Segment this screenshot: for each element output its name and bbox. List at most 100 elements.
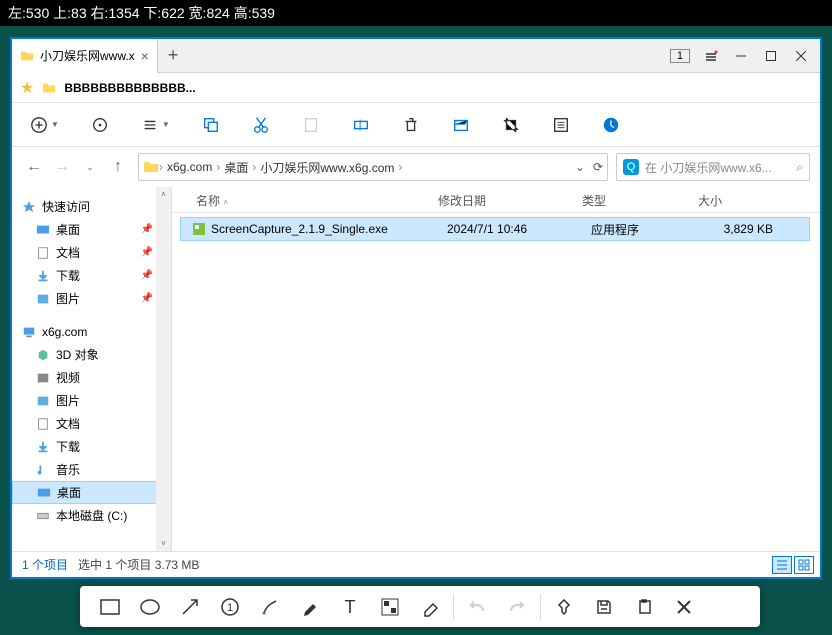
arrow-tool[interactable] (170, 588, 210, 626)
annotation-toolbar: 1 T (80, 586, 760, 627)
sidebar: ˄ ˅ 快速访问 桌面📌 文档📌 下载📌 图片📌 x6g.com 3D 对象 视… (12, 187, 172, 551)
close-window-button[interactable] (786, 43, 816, 69)
close-tab-icon[interactable]: × (141, 48, 149, 64)
scroll-down-icon[interactable]: ˅ (156, 536, 171, 551)
ellipse-tool[interactable] (130, 588, 170, 626)
column-name[interactable]: 名称 ˄ (172, 187, 428, 212)
coordinates-bar: 左:530 上:83 右:1354 下:622 宽:824 高:539 (0, 0, 832, 26)
sidebar-this-pc[interactable]: x6g.com (12, 320, 171, 343)
column-headers: 名称 ˄ 修改日期 类型 大小 (172, 187, 820, 213)
redo-button[interactable] (497, 588, 537, 626)
eraser-tool[interactable] (410, 588, 450, 626)
file-row[interactable]: ScreenCapture_2.1.9_Single.exe 2024/7/1 … (180, 217, 810, 241)
mosaic-tool[interactable] (370, 588, 410, 626)
sort-button[interactable]: ▼ (141, 116, 170, 134)
crumb-2[interactable]: 桌面 (220, 159, 252, 176)
open-button[interactable] (452, 116, 470, 134)
svg-text:1: 1 (227, 602, 233, 614)
bookmarks-bar: ★ BBBBBBBBBBBBBB... (12, 73, 820, 103)
sidebar-desktop2[interactable]: 桌面 (12, 481, 171, 504)
toolbar: ▼ ▼ (12, 103, 820, 147)
pin-button[interactable] (544, 588, 584, 626)
search-input[interactable]: Q 在 小刀娱乐网www.x6... ⌕ (616, 153, 810, 181)
paste-button[interactable] (302, 116, 320, 134)
delete-button[interactable] (402, 116, 420, 134)
new-button[interactable]: ▼ (30, 116, 59, 134)
file-date: 2024/7/1 10:46 (437, 222, 581, 236)
tab-bar: 小刀娱乐网www.x × + 1 (12, 39, 820, 73)
search-go-icon[interactable]: ⌕ (796, 160, 803, 175)
breadcrumb-dropdown-icon[interactable]: ⌄ (575, 160, 585, 174)
maximize-button[interactable] (756, 43, 786, 69)
explorer-window: 小刀娱乐网www.x × + 1 ★ BBBBBBBBBBBBBB... ▼ ▼ (10, 37, 822, 579)
number-tool[interactable]: 1 (210, 588, 250, 626)
sidebar-pictures[interactable]: 图片📌 (12, 287, 171, 310)
sidebar-music[interactable]: 音乐 (12, 458, 171, 481)
view-icons-button[interactable] (794, 556, 814, 574)
copy-button[interactable] (202, 116, 220, 134)
crumb-1[interactable]: x6g.com (163, 160, 216, 174)
tab-title: 小刀娱乐网www.x (40, 47, 135, 64)
star-icon[interactable]: ★ (20, 78, 34, 98)
new-tab-button[interactable]: + (158, 45, 189, 66)
forward-button[interactable]: → (50, 155, 74, 179)
properties-button[interactable] (552, 116, 570, 134)
recent-dropdown[interactable]: ⌄ (78, 155, 102, 179)
pin-icon: 📌 (141, 270, 153, 281)
search-icon: Q (623, 159, 639, 175)
folder-icon (20, 49, 34, 63)
crumb-3[interactable]: 小刀娱乐网www.x6g.com (256, 159, 398, 176)
file-list: 名称 ˄ 修改日期 类型 大小 ScreenCapture_2.1.9_Sing… (172, 187, 820, 551)
view-details-button[interactable] (772, 556, 792, 574)
up-button[interactable]: ↑ (106, 155, 130, 179)
column-size[interactable]: 大小 (688, 187, 774, 212)
rectangle-tool[interactable] (90, 588, 130, 626)
menu-button[interactable] (696, 43, 726, 69)
column-date[interactable]: 修改日期 (428, 187, 572, 212)
history-button[interactable] (602, 116, 620, 134)
text-tool[interactable]: T (330, 588, 370, 626)
pin-icon: 📌 (141, 247, 153, 258)
sidebar-pictures2[interactable]: 图片 (12, 389, 171, 412)
tab-count-badge: 1 (670, 49, 690, 63)
back-button[interactable]: ← (22, 155, 46, 179)
bookmark-item[interactable]: BBBBBBBBBBBBBB... (64, 81, 195, 95)
scroll-up-icon[interactable]: ˄ (156, 187, 171, 202)
file-type: 应用程序 (581, 221, 697, 238)
refresh-icon[interactable]: ⟳ (593, 160, 603, 174)
scrollbar[interactable]: ˄ ˅ (156, 187, 171, 551)
highlighter-tool[interactable] (290, 588, 330, 626)
status-bar: 1 个项目 选中 1 个项目 3.73 MB (12, 551, 820, 577)
browser-tab[interactable]: 小刀娱乐网www.x × (12, 39, 158, 73)
exe-icon (191, 221, 207, 237)
rotate-button[interactable] (91, 116, 109, 134)
pin-icon: 📌 (141, 224, 153, 235)
file-size: 3,829 KB (697, 222, 783, 236)
selection-info: 选中 1 个项目 3.73 MB (78, 556, 199, 573)
sidebar-3d[interactable]: 3D 对象 (12, 343, 171, 366)
folder-icon (143, 159, 159, 175)
crop-button[interactable] (502, 116, 520, 134)
sidebar-downloads[interactable]: 下载📌 (12, 264, 171, 287)
pen-tool[interactable] (250, 588, 290, 626)
copy-button[interactable] (624, 588, 664, 626)
sidebar-local-disk[interactable]: 本地磁盘 (C:) (12, 504, 171, 527)
sidebar-documents2[interactable]: 文档 (12, 412, 171, 435)
save-button[interactable] (584, 588, 624, 626)
close-toolbar-button[interactable] (664, 588, 704, 626)
svg-text:T: T (345, 597, 356, 617)
sidebar-documents[interactable]: 文档📌 (12, 241, 171, 264)
folder-icon (42, 81, 56, 95)
rename-button[interactable] (352, 116, 370, 134)
cut-button[interactable] (252, 116, 270, 134)
breadcrumb[interactable]: › x6g.com › 桌面 › 小刀娱乐网www.x6g.com › ⌄ ⟳ (138, 153, 608, 181)
file-name: ScreenCapture_2.1.9_Single.exe (211, 222, 388, 236)
sidebar-downloads2[interactable]: 下载 (12, 435, 171, 458)
undo-button[interactable] (457, 588, 497, 626)
sidebar-quick-access[interactable]: 快速访问 (12, 195, 171, 218)
sidebar-desktop[interactable]: 桌面📌 (12, 218, 171, 241)
sidebar-videos[interactable]: 视频 (12, 366, 171, 389)
column-type[interactable]: 类型 (572, 187, 688, 212)
address-bar-row: ← → ⌄ ↑ › x6g.com › 桌面 › 小刀娱乐网www.x6g.co… (12, 147, 820, 187)
minimize-button[interactable] (726, 43, 756, 69)
